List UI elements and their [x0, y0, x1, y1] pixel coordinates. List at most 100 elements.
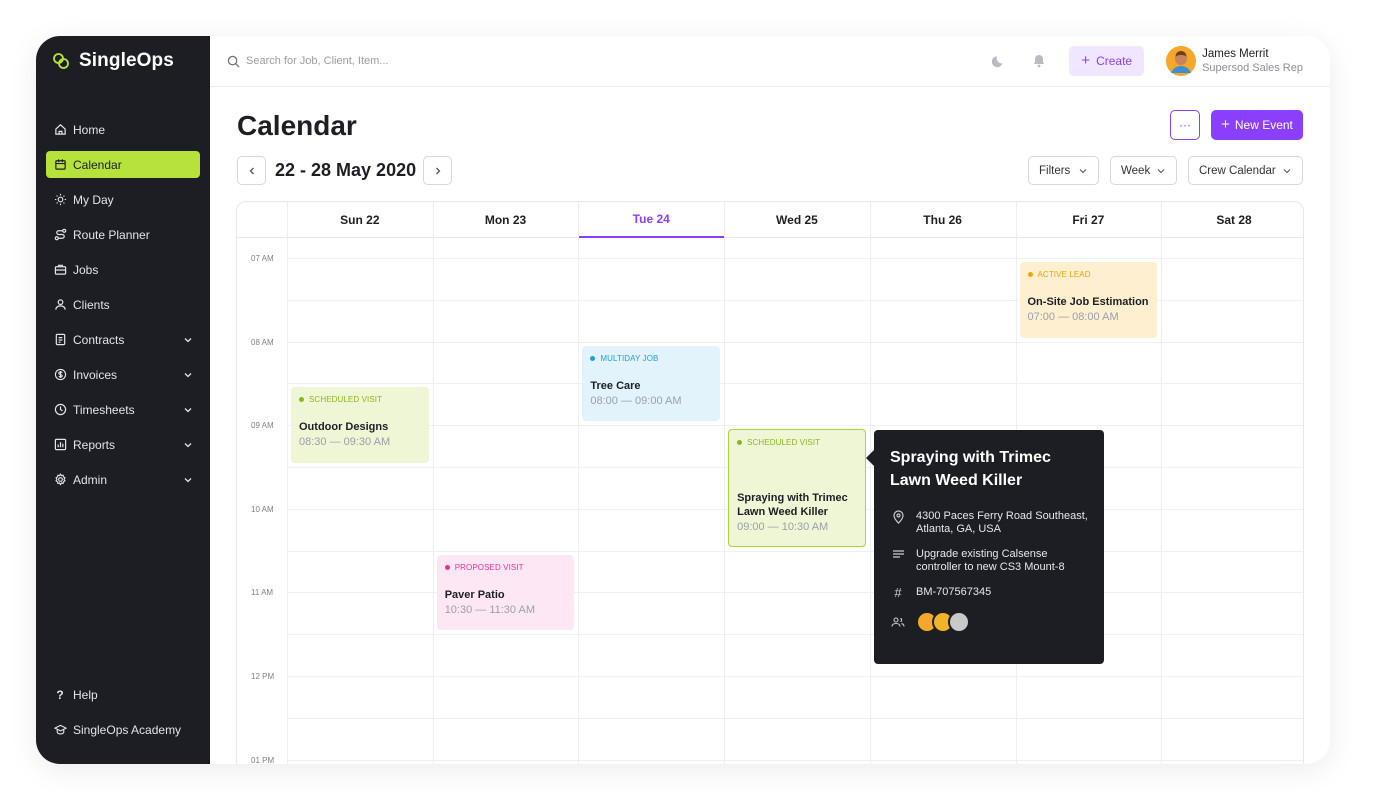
column-divider: [287, 202, 288, 764]
app-window: SingleOps Home Calendar My Day Route Pla…: [36, 36, 1330, 764]
next-week-button[interactable]: [423, 156, 452, 185]
day-header[interactable]: Thu 26: [870, 202, 1016, 238]
sidebar-item-timesheets[interactable]: Timesheets: [46, 396, 200, 423]
popover-crew-row: [890, 611, 1088, 633]
home-icon: [53, 123, 67, 137]
event-title: On-Site Job Estimation: [1027, 296, 1149, 308]
day-header[interactable]: Sun 22: [287, 202, 433, 238]
location-pin-icon: [890, 510, 906, 536]
event-title: Paver Patio: [444, 588, 505, 601]
event-title: Tree Care: [590, 379, 641, 392]
sidebar-item-help[interactable]: ? Help: [46, 681, 200, 708]
dollar-icon: [53, 368, 67, 382]
day-header[interactable]: Mon 23: [433, 202, 579, 238]
sidebar-item-home[interactable]: Home: [46, 116, 200, 143]
previous-week-button[interactable]: [237, 156, 266, 185]
sidebar-item-calendar[interactable]: Calendar: [46, 151, 200, 178]
sidebar-item-reports[interactable]: Reports: [46, 431, 200, 458]
popover-description-row: Upgrade existing Calsense controller to …: [890, 548, 1088, 574]
calendar-event[interactable]: SCHEDULED VISIT Outdoor Designs 08:30 — 09…: [291, 387, 429, 463]
singleops-logo-icon: [53, 53, 69, 69]
gear-icon: [53, 473, 67, 487]
sidebar-item-my-day[interactable]: My Day: [46, 186, 200, 213]
time-gridline: [287, 717, 1303, 719]
calendar-grid: Sun 22 Mon 23 Tue 24 Wed 25 Thu 26 Fri 27 Sat …: [236, 201, 1304, 764]
column-divider: [1161, 202, 1163, 764]
sidebar-item-route-planner[interactable]: Route Planner: [46, 221, 200, 248]
day-header[interactable]: Tue 24: [578, 202, 725, 238]
filters-dropdown[interactable]: Filters: [1028, 156, 1099, 185]
chevron-down-icon[interactable]: [183, 405, 193, 415]
logo[interactable]: SingleOps: [51, 50, 174, 72]
briefcase-icon: [53, 263, 67, 277]
search-input[interactable]: [246, 55, 506, 67]
sidebar-item-label: Clients: [73, 297, 110, 312]
user-menu[interactable]: James Merrit Supersod Sales Rep: [1166, 46, 1303, 76]
sidebar-item-academy[interactable]: SingleOps Academy: [46, 716, 200, 743]
sidebar-item-label: Calendar: [73, 157, 122, 172]
sidebar-item-jobs[interactable]: Jobs: [46, 256, 200, 283]
plus-icon: +: [1221, 116, 1230, 133]
time-gridline: [287, 550, 1303, 552]
calendar-event[interactable]: ACTIVE LEAD On-Site Job Estimation 07:00 —…: [1019, 262, 1158, 338]
day-header[interactable]: Sat 28: [1161, 202, 1303, 238]
event-tag-label: SCHEDULED VISIT: [309, 395, 383, 405]
calendar-event[interactable]: SCHEDULED VISIT Spraying with Trimec Lawn…: [728, 429, 866, 547]
time-gridline: [287, 341, 1303, 343]
sidebar-item-label: Invoices: [73, 367, 118, 382]
hash-icon: #: [894, 585, 902, 600]
calendar-event[interactable]: MULTIDAY JOB Tree Care 08:00 — 09:00 AM: [582, 345, 721, 422]
calendar-event[interactable]: PROPOSED VISIT Paver Patio 10:30 — 11:30 A…: [436, 554, 575, 631]
day-header[interactable]: Wed 25: [724, 202, 870, 238]
chevron-down-icon[interactable]: [183, 440, 193, 450]
sidebar: SingleOps Home Calendar My Day Route Pla…: [36, 36, 210, 764]
route-icon: [53, 228, 67, 242]
event-popover: Spraying with Trimec Lawn Weed Killer 43…: [866, 430, 1104, 664]
sun-icon: [53, 193, 67, 207]
more-options-button[interactable]: ···: [1170, 110, 1200, 140]
event-time: 08:00 — 09:00 AM: [590, 394, 682, 407]
calendar-select-label: Crew Calendar: [1199, 164, 1276, 177]
chevron-down-icon[interactable]: [183, 475, 193, 485]
new-event-button[interactable]: + New Event: [1211, 110, 1303, 140]
status-dot-icon: [299, 397, 304, 403]
crew-avatar[interactable]: [948, 611, 970, 633]
time-label: 11 AM: [251, 588, 274, 598]
user-info: James Merrit Supersod Sales Rep: [1202, 47, 1303, 75]
sidebar-item-admin[interactable]: Admin: [46, 466, 200, 493]
popover-job-number: BM-707567345: [916, 586, 992, 598]
sidebar-item-label: SingleOps Academy: [73, 722, 182, 737]
time-gridline: [287, 383, 1303, 385]
calendar-select-dropdown[interactable]: Crew Calendar: [1188, 156, 1303, 185]
user-role: Supersod Sales Rep: [1202, 62, 1303, 74]
user-name: James Merrit: [1202, 48, 1269, 60]
clock-icon: [53, 403, 67, 417]
event-title: Spraying with Trimec Lawn Weed Killer: [737, 492, 848, 519]
view-dropdown[interactable]: Week: [1110, 156, 1177, 185]
chevron-left-icon: [249, 167, 254, 174]
sidebar-item-clients[interactable]: Clients: [46, 291, 200, 318]
sidebar-item-contracts[interactable]: Contracts: [46, 326, 200, 353]
chevron-down-icon[interactable]: [183, 370, 193, 380]
event-tag: ACTIVE LEAD: [1027, 270, 1150, 279]
column-divider: [432, 202, 434, 764]
sidebar-item-label: My Day: [73, 192, 114, 207]
event-time: 10:30 — 11:30 AM: [444, 603, 535, 616]
column-divider: [578, 202, 580, 764]
sidebar-item-invoices[interactable]: Invoices: [46, 361, 200, 388]
status-dot-icon: [590, 355, 596, 361]
moon-icon[interactable]: [989, 51, 1009, 71]
bell-icon[interactable]: [1029, 51, 1049, 71]
sidebar-item-label: Help: [73, 687, 98, 702]
crew-avatars[interactable]: [916, 611, 970, 633]
day-header[interactable]: Fri 27: [1016, 202, 1162, 238]
create-button[interactable]: + Create: [1069, 46, 1145, 76]
popover-address: 4300 Paces Ferry Road Southeast, Atlanta…: [916, 510, 1088, 535]
event-time: 09:00 — 10:30 AM: [737, 521, 829, 534]
chevron-down-icon[interactable]: [183, 335, 193, 345]
top-bar: + Create James Merrit Supersod Sales Rep: [210, 36, 1330, 87]
chevron-down-icon: [1283, 168, 1291, 173]
view-label: Week: [1121, 164, 1151, 177]
event-tag: SCHEDULED VISIT: [737, 438, 857, 447]
time-gridline: [287, 258, 1303, 259]
